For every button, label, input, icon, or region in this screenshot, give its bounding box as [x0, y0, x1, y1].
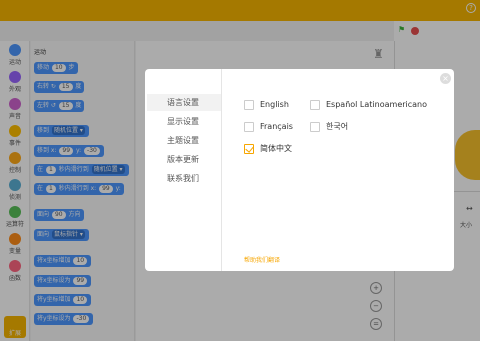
checkbox-french[interactable] — [244, 122, 254, 132]
checkbox-spanish[interactable] — [310, 100, 320, 110]
menu-display-settings[interactable]: 显示设置 — [147, 113, 221, 130]
language-label-spanish[interactable]: Español Latinoamericano — [326, 100, 427, 110]
settings-menu: 语言设置 显示设置 主题设置 版本更新 联系我们 — [145, 69, 222, 271]
menu-theme-settings[interactable]: 主题设置 — [147, 132, 221, 149]
close-icon[interactable]: × — [440, 73, 451, 84]
language-label-simplified-chinese[interactable]: 简体中文 — [260, 144, 292, 154]
checkbox-korean[interactable] — [310, 122, 320, 132]
language-label-french[interactable]: Français — [260, 122, 293, 132]
menu-version-update[interactable]: 版本更新 — [147, 151, 221, 168]
checkbox-english[interactable] — [244, 100, 254, 110]
menu-language-settings[interactable]: 语言设置 — [147, 94, 221, 111]
help-translate-link[interactable]: 帮助我们翻译 — [244, 255, 280, 264]
language-label-english[interactable]: English — [260, 100, 289, 110]
menu-contact-us[interactable]: 联系我们 — [147, 170, 221, 187]
checkbox-simplified-chinese[interactable] — [244, 144, 254, 154]
language-label-korean[interactable]: 한국어 — [326, 122, 348, 132]
